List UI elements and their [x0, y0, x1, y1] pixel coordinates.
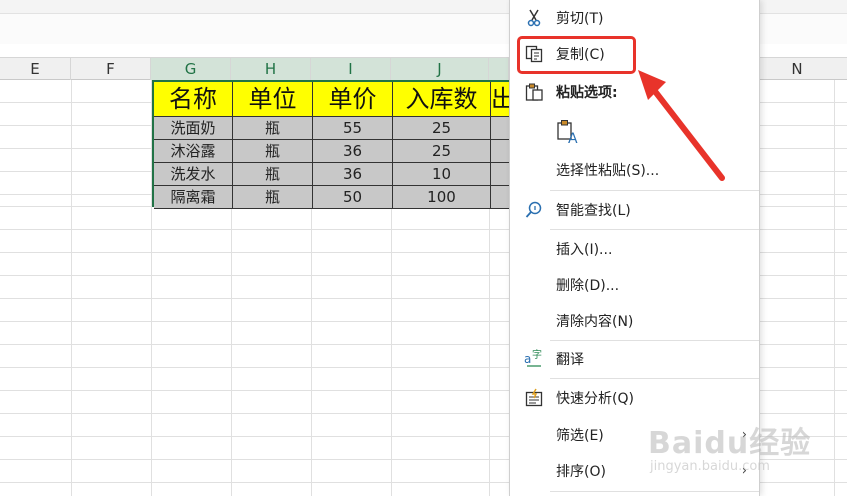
menu-item-insert[interactable]: 插入(I)...	[510, 234, 759, 264]
table-cell[interactable]: 瓶	[233, 140, 313, 163]
column-header-n[interactable]: N	[760, 58, 834, 80]
table-cell[interactable]: 100	[393, 186, 491, 209]
annotation-arrow-icon	[638, 70, 725, 181]
menu-item-clear-contents[interactable]: 清除内容(N)	[510, 306, 759, 336]
copy-highlight-annotation	[517, 36, 636, 74]
table-header-cell[interactable]: 单价	[313, 82, 393, 117]
table-cell[interactable]: 瓶	[233, 163, 313, 186]
table-cell[interactable]: 55	[313, 117, 393, 140]
quick-analysis-icon	[524, 388, 544, 408]
table-cell[interactable]: 36	[313, 140, 393, 163]
svg-text:字: 字	[532, 349, 542, 361]
table-cell[interactable]: 50	[313, 186, 393, 209]
table-cell[interactable]: 25	[393, 117, 491, 140]
menu-item-label: 快速分析(Q)	[556, 391, 634, 407]
svg-text:A: A	[568, 131, 578, 145]
column-header-e[interactable]: E	[0, 58, 71, 80]
column-header-f[interactable]: F	[71, 58, 151, 80]
paste-keep-text-icon: A	[556, 119, 580, 147]
menu-separator	[550, 378, 759, 379]
table-header-cell[interactable]: 名称	[154, 82, 233, 117]
search-icon	[524, 200, 544, 220]
menu-item-label: 粘贴选项:	[556, 85, 618, 101]
column-header-j[interactable]: J	[391, 58, 489, 80]
menu-separator	[550, 491, 759, 492]
menu-item-label: 删除(D)...	[556, 278, 620, 294]
column-line	[71, 80, 72, 496]
column-header-k[interactable]	[489, 58, 509, 80]
table-header-cell[interactable]: 单位	[233, 82, 313, 117]
table-cell[interactable]: 25	[393, 140, 491, 163]
table-cell[interactable]: 瓶	[233, 186, 313, 209]
table-cell[interactable]: 洗发水	[154, 163, 233, 186]
menu-item-translate[interactable]: a字 翻译	[510, 344, 759, 374]
table-cell[interactable]: 沐浴露	[154, 140, 233, 163]
watermark-url: jingyan.baidu.com	[650, 459, 770, 474]
menu-item-delete[interactable]: 删除(D)...	[510, 270, 759, 300]
table-cell[interactable]: 36	[313, 163, 393, 186]
svg-text:a: a	[524, 352, 531, 366]
menu-separator	[550, 229, 759, 230]
menu-item-label: 智能查找(L)	[556, 203, 631, 219]
table-header-cell[interactable]: 入库数	[393, 82, 491, 117]
menu-item-label: 剪切(T)	[556, 11, 604, 27]
column-header-h[interactable]: H	[231, 58, 311, 80]
menu-separator	[550, 340, 759, 341]
table-cell[interactable]: 瓶	[233, 117, 313, 140]
table-cell[interactable]: 洗面奶	[154, 117, 233, 140]
menu-item-smart-lookup[interactable]: 智能查找(L)	[510, 195, 759, 225]
menu-item-label: 清除内容(N)	[556, 314, 634, 330]
data-table[interactable]: 名称 单位 单价 入库数 出 洗面奶 瓶 55 25 沐浴露 瓶 36 25 洗…	[152, 80, 512, 209]
clipboard-icon	[524, 82, 544, 102]
menu-separator	[550, 190, 759, 191]
table-cell[interactable]: 10	[393, 163, 491, 186]
menu-item-label: 筛选(E)	[556, 428, 604, 444]
column-header-g[interactable]: G	[151, 58, 231, 80]
baidu-watermark: Baidu经验 jingyan.baidu.com	[648, 418, 838, 480]
scissors-icon	[524, 8, 544, 28]
menu-item-label: 排序(O)	[556, 464, 606, 480]
watermark-brand: Baidu经验	[648, 426, 812, 461]
menu-item-label: 插入(I)...	[556, 242, 613, 258]
column-header-i[interactable]: I	[311, 58, 391, 80]
menu-item-label: 翻译	[556, 352, 584, 368]
translate-icon: a字	[524, 348, 544, 369]
menu-item-cut[interactable]: 剪切(T)	[510, 3, 759, 33]
table-cell[interactable]: 隔离霜	[154, 186, 233, 209]
menu-item-quick-analysis[interactable]: 快速分析(Q)	[510, 383, 759, 413]
